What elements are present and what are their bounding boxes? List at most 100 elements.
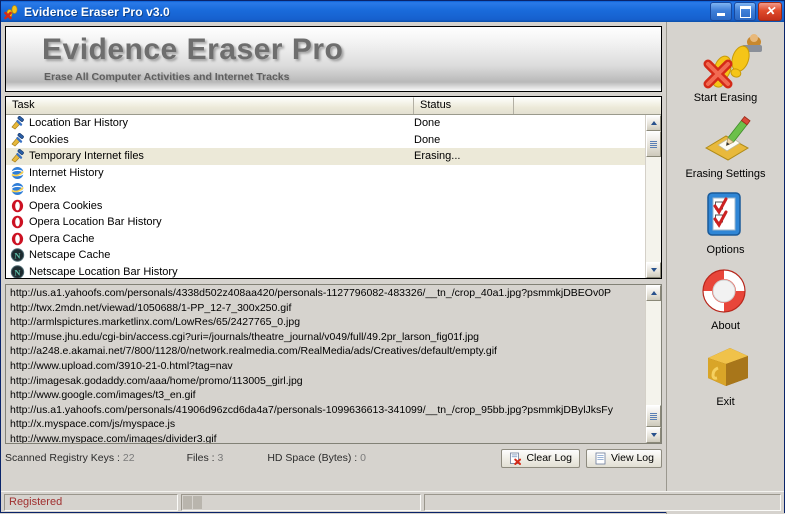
view-log-button[interactable]: View Log: [585, 448, 662, 468]
opera-icon: [10, 232, 26, 246]
log-row[interactable]: http://www.google.com/images/t3_en.gif: [6, 388, 645, 403]
log-row[interactable]: http://x.myspace.com/js/myspace.js: [6, 417, 645, 432]
log-scroll-track[interactable]: [646, 301, 661, 427]
broom-icon: [10, 132, 26, 147]
task-row-status: Done: [414, 117, 441, 130]
task-row[interactable]: Opera Location Bar History: [6, 214, 645, 231]
task-row-name: Temporary Internet files: [29, 150, 144, 163]
status-extra-cell: [424, 493, 781, 511]
log-row[interactable]: http://a248.e.akamai.net/7/800/1128/0/ne…: [6, 344, 645, 359]
task-row[interactable]: Location Bar History Done: [6, 115, 645, 132]
svg-text:N: N: [14, 251, 21, 261]
internet-explorer-icon: [10, 182, 26, 196]
sidebar: Start Erasing Erasing Settings Options A…: [666, 22, 784, 514]
task-row-name: Index: [29, 183, 56, 196]
task-row[interactable]: Opera Cookies: [6, 198, 645, 215]
sidebar-item-options[interactable]: Options: [670, 190, 782, 256]
column-header-extra[interactable]: [514, 97, 661, 114]
scroll-down-button[interactable]: [646, 262, 661, 278]
task-row-name: Opera Location Bar History: [29, 216, 162, 229]
scanned-registry-keys: Scanned Registry Keys : 22: [5, 452, 135, 464]
log-scroll-thumb[interactable]: [646, 405, 661, 427]
clear-log-label: Clear Log: [526, 452, 572, 464]
status-registration: Registered: [4, 493, 178, 511]
maximize-button[interactable]: [734, 2, 756, 21]
view-log-label: View Log: [610, 452, 654, 464]
sidebar-item-about[interactable]: About: [670, 266, 782, 332]
status-bar: Registered: [1, 491, 784, 512]
opera-icon: [10, 215, 26, 229]
hd-space-value: 0: [360, 452, 366, 464]
log-row[interactable]: http://twx.2mdn.net/viewad/1050688/1-PP_…: [6, 301, 645, 316]
footprints-erase-icon: [698, 32, 762, 90]
column-header-task[interactable]: Task: [6, 97, 414, 114]
task-row[interactable]: Opera Cache: [6, 231, 645, 248]
task-list-scrollbar[interactable]: [645, 115, 661, 278]
log-row[interactable]: http://muse.jhu.edu/cgi-bin/access.cgi?u…: [6, 330, 645, 345]
log-scroll-down-button[interactable]: [646, 427, 661, 443]
internet-explorer-icon: [10, 166, 26, 180]
task-row-name: Netscape Cache: [29, 249, 111, 262]
log-row[interactable]: http://www.upload.com/3910-21-0.html?tag…: [6, 359, 645, 374]
broom-icon: [10, 116, 26, 130]
sidebar-item-exit-label: Exit: [716, 396, 735, 408]
task-row-name: Netscape Location Bar History: [29, 265, 178, 278]
sidebar-item-erasing-settings[interactable]: Erasing Settings: [670, 114, 782, 180]
clear-log-icon: [509, 452, 522, 465]
footprints-icon: [4, 4, 20, 20]
log-row[interactable]: http://imagesak.godaddy.com/aaa/home/pro…: [6, 374, 645, 389]
broom-icon: [10, 149, 26, 163]
log-row[interactable]: http://us.a1.yahoofs.com/personals/4338d…: [6, 286, 645, 301]
task-row-name: Opera Cookies: [29, 199, 103, 212]
files-count: Files : 3: [187, 452, 224, 464]
log-row[interactable]: http://www.myspace.com/images/divider3.g…: [6, 432, 645, 443]
task-row[interactable]: N Netscape Cache: [6, 247, 645, 264]
files-value: 3: [217, 452, 224, 464]
scroll-track[interactable]: [646, 131, 661, 262]
task-row[interactable]: Index: [6, 181, 645, 198]
gold-door-icon: [698, 342, 754, 394]
progress-block: [193, 495, 202, 509]
log-row[interactable]: http://us.a1.yahoofs.com/personals/41906…: [6, 403, 645, 418]
scroll-thumb[interactable]: [646, 131, 661, 157]
scroll-up-button[interactable]: [646, 115, 661, 131]
scanned-registry-keys-value: 22: [122, 452, 135, 464]
lifebuoy-icon: [698, 266, 754, 318]
close-button[interactable]: ✕: [758, 2, 782, 21]
banner-title: Evidence Eraser Pro: [42, 33, 344, 66]
netscape-icon: N: [10, 265, 26, 278]
task-row[interactable]: N Netscape Location Bar History: [6, 264, 645, 278]
app-banner: Evidence Eraser Pro Erase All Computer A…: [5, 26, 662, 92]
task-list: Task Status Location Bar History Done Cook…: [5, 96, 662, 279]
minimize-button[interactable]: [710, 2, 732, 21]
info-bar: Scanned Registry Keys : 22 Files : 3 HD …: [5, 444, 662, 469]
status-progress-bar: [181, 493, 421, 511]
svg-text:N: N: [14, 267, 21, 277]
log-scroll-up-button[interactable]: [646, 285, 661, 301]
log-scrollbar[interactable]: [645, 285, 661, 443]
task-row-status: Done: [414, 133, 441, 146]
task-row-name: Internet History: [29, 166, 104, 179]
netscape-icon: N: [10, 248, 26, 262]
hd-space: HD Space (Bytes) : 0: [267, 452, 366, 464]
opera-icon: [10, 199, 26, 213]
clear-log-button[interactable]: Clear Log: [501, 448, 580, 468]
scanned-registry-keys-label: Scanned Registry Keys :: [5, 452, 123, 464]
sidebar-item-start-erasing[interactable]: Start Erasing: [670, 32, 782, 104]
checklist-icon: [698, 190, 754, 242]
column-header-status[interactable]: Status: [414, 97, 514, 114]
log-row[interactable]: http://armlspictures.marketlinx.com/LowR…: [6, 315, 645, 330]
task-row-status: Erasing...: [414, 150, 514, 163]
window-title: Evidence Eraser Pro v3.0: [24, 4, 170, 19]
sidebar-item-exit[interactable]: Exit: [670, 342, 782, 408]
task-row[interactable]: Cookies Done: [6, 132, 645, 149]
view-log-icon: [594, 452, 607, 465]
task-row[interactable]: Temporary Internet files Erasing...: [6, 148, 645, 165]
log-list[interactable]: http://us.a1.yahoofs.com/personals/4338d…: [5, 284, 662, 444]
application-window: Evidence Eraser Pro v3.0 ✕ Evidence Eras…: [0, 0, 785, 514]
sidebar-item-erasing-settings-label: Erasing Settings: [685, 168, 766, 180]
task-row-name: Location Bar History: [29, 117, 129, 130]
window-body: Evidence Eraser Pro Erase All Computer A…: [1, 22, 784, 514]
sidebar-item-about-label: About: [711, 320, 740, 332]
task-row[interactable]: Internet History: [6, 165, 645, 182]
